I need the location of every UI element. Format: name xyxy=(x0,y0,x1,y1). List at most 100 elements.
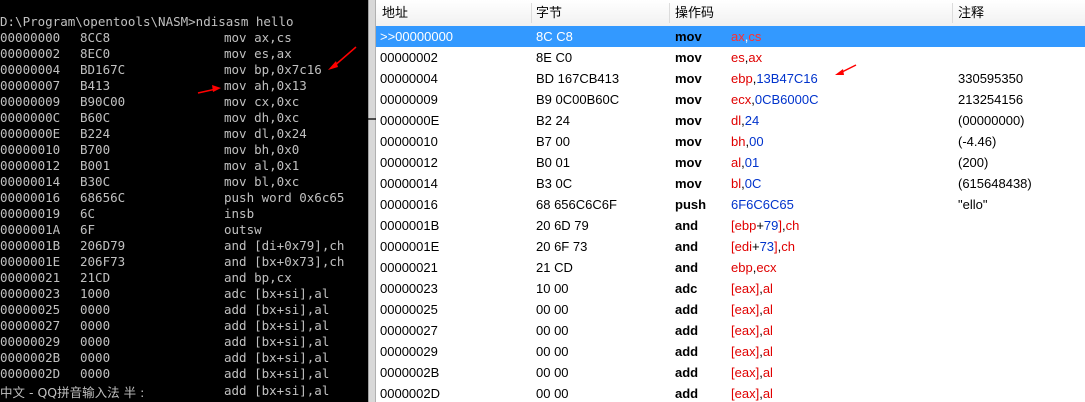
grid-row[interactable]: 00000023 10 00 adc [eax],al xyxy=(376,278,1085,299)
console-hex: B700 xyxy=(80,142,111,157)
console-instruction: add [bx+si],al xyxy=(224,350,330,365)
grid-row[interactable]: 00000014 B3 0C mov bl,0C (615648438) xyxy=(376,173,1085,194)
operand-token: 73 xyxy=(759,239,775,254)
console-instruction: mov ax,cs xyxy=(224,30,292,45)
cell-address: 0000002B xyxy=(380,365,440,380)
cell-address: 00000021 xyxy=(380,260,438,275)
grid-row[interactable]: 00000025 00 00 add [eax],al xyxy=(376,299,1085,320)
cell-bytes: 00 00 xyxy=(536,365,569,380)
cell-bytes: 8C C8 xyxy=(536,29,573,44)
console-instruction: add [bx+si],al xyxy=(224,302,330,317)
cell-operands: [eax],al xyxy=(731,383,773,402)
cell-address: 00000025 xyxy=(380,302,438,317)
grid-row[interactable]: 0000002D 00 00 add [eax],al xyxy=(376,383,1085,402)
cell-opcode: mov xyxy=(675,92,702,107)
pane-divider[interactable] xyxy=(368,0,376,402)
cell-operands: al,01 xyxy=(731,152,759,173)
console-address: 00000021 xyxy=(0,270,61,285)
console-address: 0000001E xyxy=(0,254,61,269)
header-address[interactable]: 地址 xyxy=(382,0,408,26)
cell-opcode: add xyxy=(675,344,699,359)
grid-row[interactable]: 00000012 B0 01 mov al,01 (200) xyxy=(376,152,1085,173)
operand-token: [ebp xyxy=(731,218,757,233)
operand-token: al xyxy=(762,281,773,296)
header-bytes[interactable]: 字节 xyxy=(536,0,562,26)
header-opcode[interactable]: 操作码 xyxy=(675,0,714,26)
cell-opcode: mov xyxy=(675,134,702,149)
cell-bytes: B7 00 xyxy=(536,134,570,149)
operand-token: al xyxy=(762,323,773,338)
cell-address: 00000029 xyxy=(380,344,438,359)
operand-token: 13B47C16 xyxy=(756,71,818,86)
operand-token: 01 xyxy=(744,155,760,170)
operand-token: es xyxy=(731,50,745,65)
console-hex: BD167C xyxy=(80,62,126,77)
grid-row[interactable]: 00000009 B9 0C00B60C mov ecx,0CB6000C 213254… xyxy=(376,89,1085,110)
console-address: 0000001A xyxy=(0,222,61,237)
cell-comment: "ello" xyxy=(958,197,988,212)
grid-row[interactable]: 00000027 00 00 add [eax],al xyxy=(376,320,1085,341)
grid-row[interactable]: 00000029 00 00 add [eax],al xyxy=(376,341,1085,362)
grid-row[interactable]: 00000016 68 656C6C6F push 6F6C6C65 "ello" xyxy=(376,194,1085,215)
console-instruction: adc [bx+si],al xyxy=(224,286,330,301)
console-hex: 206D79 xyxy=(80,238,126,253)
cell-opcode: mov xyxy=(675,176,702,191)
console-hex: 6C xyxy=(80,206,96,221)
cell-comment: (-4.46) xyxy=(958,134,997,149)
annotation-arrow-icon xyxy=(197,85,221,94)
console-last-asm: add [bx+si],al xyxy=(224,383,330,398)
console-address: 00000027 xyxy=(0,318,61,333)
cell-address: 00000002 xyxy=(380,50,438,65)
cell-operands: ax,cs xyxy=(731,26,761,47)
console-hex: 8CC8 xyxy=(80,30,111,45)
operand-token: 79 xyxy=(763,218,779,233)
operand-token: ecx xyxy=(731,92,752,107)
operand-token: bl xyxy=(731,176,742,191)
cell-opcode: mov xyxy=(675,113,702,128)
cell-bytes: BD 167CB413 xyxy=(536,71,620,86)
console-instruction: mov es,ax xyxy=(224,46,292,61)
cell-opcode: mov xyxy=(675,71,702,86)
console-address: 00000012 xyxy=(0,158,61,173)
console-instruction: mov dl,0x24 xyxy=(224,126,307,141)
console-instruction: add [bx+si],al xyxy=(224,334,330,349)
grid-header: 地址 字节 操作码 注释 xyxy=(376,0,1085,27)
console-hex: B001 xyxy=(80,158,111,173)
grid-row[interactable]: 00000004 BD 167CB413 mov ebp,13B47C16 330595… xyxy=(376,68,1085,89)
header-comment[interactable]: 注释 xyxy=(958,0,984,26)
cell-bytes: 00 00 xyxy=(536,323,569,338)
console-address: 0000002B xyxy=(0,350,61,365)
cell-bytes: 00 00 xyxy=(536,344,569,359)
cell-operands: [edi+73],ch xyxy=(731,236,795,257)
operand-token: bh xyxy=(731,134,746,149)
operand-token: dl xyxy=(731,113,742,128)
console-hex: B413 xyxy=(80,78,111,93)
cell-address: 0000001E xyxy=(380,239,440,254)
cell-address: 00000016 xyxy=(380,197,438,212)
cell-operands: [eax],al xyxy=(731,299,773,320)
grid-row[interactable]: 00000002 8E C0 mov es,ax xyxy=(376,47,1085,68)
console-hex: 8EC0 xyxy=(80,46,111,61)
cell-address: 0000001B xyxy=(380,218,440,233)
grid-row[interactable]: 0000001B 20 6D 79 and [ebp+79],ch xyxy=(376,215,1085,236)
grid-row-selected[interactable]: >>00000000 8C C8 mov ax,cs xyxy=(376,26,1085,47)
grid-row[interactable]: 0000002B 00 00 add [eax],al xyxy=(376,362,1085,383)
console-address: 00000004 xyxy=(0,62,61,77)
operand-token: 6F6C6C65 xyxy=(731,197,794,212)
operand-token: ch xyxy=(785,218,800,233)
cell-opcode: add xyxy=(675,323,699,338)
grid-row[interactable]: 0000001E 20 6F 73 and [edi+73],ch xyxy=(376,236,1085,257)
console-instruction: outsw xyxy=(224,222,262,237)
operand-token: 0CB6000C xyxy=(754,92,819,107)
grid-row[interactable]: 00000010 B7 00 mov bh,00 (-4.46) xyxy=(376,131,1085,152)
grid-row[interactable]: 00000021 21 CD and ebp,ecx xyxy=(376,257,1085,278)
console-hex: 21CD xyxy=(80,270,111,285)
grid-row[interactable]: 0000000E B2 24 mov dl,24 (00000000) xyxy=(376,110,1085,131)
operand-token: [eax] xyxy=(731,323,760,338)
operand-token: cs xyxy=(748,29,762,44)
cell-operands: ebp,13B47C16 xyxy=(731,68,818,89)
disassembly-grid[interactable]: 地址 字节 操作码 注释 >>00000000 8C C8 mov ax,cs 0000… xyxy=(376,0,1085,402)
operand-token: al xyxy=(762,302,773,317)
cell-opcode: add xyxy=(675,386,699,401)
cell-opcode: add xyxy=(675,365,699,380)
